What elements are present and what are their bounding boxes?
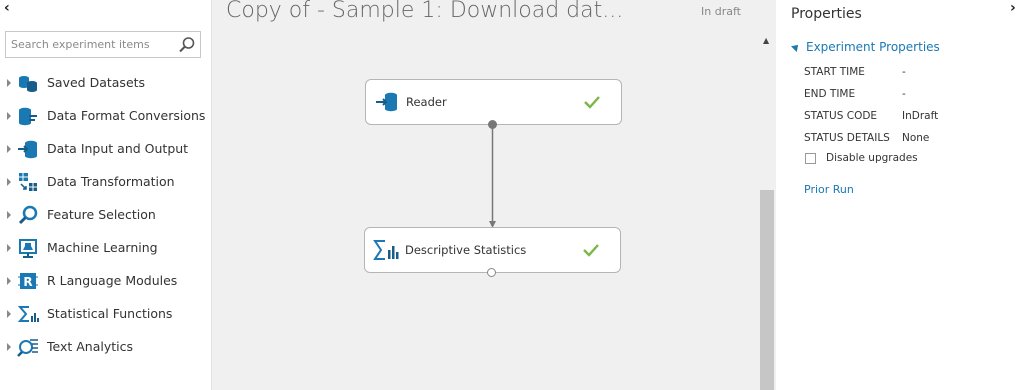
- palette-item-label: Text Analytics: [47, 339, 134, 354]
- palette-item-text-analytics[interactable]: Text Analytics: [0, 330, 212, 363]
- output-port[interactable]: [488, 120, 497, 129]
- palette-item-data-input-output[interactable]: Data Input and Output: [0, 132, 212, 165]
- experiment-properties-toggle[interactable]: Experiment Properties: [791, 40, 940, 54]
- prop-key: STATUS CODE: [804, 110, 878, 122]
- prop-value: -: [902, 66, 906, 78]
- output-port[interactable]: [487, 268, 496, 277]
- expand-caret-icon[interactable]: [7, 144, 11, 153]
- properties-panel: Properties › Experiment Properties START…: [776, 0, 1024, 390]
- prop-row-status-details: STATUS DETAILS None: [804, 132, 929, 144]
- canvas-scrollbar[interactable]: [760, 190, 774, 390]
- palette-item-saved-datasets[interactable]: Saved Datasets: [0, 66, 212, 99]
- section-title: Experiment Properties: [806, 40, 940, 54]
- module-descriptive-statistics[interactable]: Descriptive Statistics: [364, 227, 621, 273]
- palette-item-label: Data Format Conversions: [47, 108, 206, 123]
- collapse-left-panel-button[interactable]: ‹: [4, 0, 10, 16]
- disable-upgrades-label: Disable upgrades: [826, 152, 918, 164]
- statistical-functions-icon: [17, 303, 39, 325]
- data-input-output-icon: [17, 138, 39, 160]
- expand-caret-icon[interactable]: [7, 276, 11, 285]
- draft-status-label: In draft: [701, 5, 741, 18]
- svg-text:R: R: [23, 275, 32, 289]
- disable-upgrades-checkbox[interactable]: [805, 152, 816, 164]
- search-input[interactable]: [6, 32, 171, 57]
- reader-icon: [374, 89, 400, 115]
- module-label: Reader: [406, 95, 447, 109]
- palette-item-machine-learning[interactable]: Machine Learning: [0, 231, 212, 264]
- statistics-icon: [373, 237, 399, 263]
- palette-item-label: Saved Datasets: [47, 75, 146, 90]
- palette-item-label: R Language Modules: [47, 273, 178, 288]
- expand-caret-icon[interactable]: [7, 78, 11, 87]
- palette-item-feature-selection[interactable]: Feature Selection: [0, 198, 212, 231]
- palette-item-r-language-modules[interactable]: R R Language Modules: [0, 264, 212, 297]
- disable-upgrades-row[interactable]: Disable upgrades: [805, 152, 918, 164]
- text-analytics-icon: [17, 336, 39, 358]
- data-format-conversions-icon: [17, 105, 39, 127]
- palette-item-statistical-functions[interactable]: Statistical Functions: [0, 297, 212, 330]
- palette-item-label: Data Input and Output: [47, 141, 189, 156]
- palette-item-data-format-conversions[interactable]: Data Format Conversions: [0, 99, 212, 132]
- palette-item-label: Machine Learning: [47, 240, 158, 255]
- expand-caret-icon[interactable]: [7, 342, 11, 351]
- palette-list: Saved Datasets Data Format Conversions D…: [0, 66, 212, 363]
- expand-caret-icon[interactable]: [7, 111, 11, 120]
- prop-key: START TIME: [804, 66, 865, 78]
- experiment-canvas[interactable]: Copy of - Sample 1: Download dat... In d…: [212, 0, 776, 390]
- collapse-right-panel-button[interactable]: ›: [1010, 0, 1016, 16]
- prop-row-start-time: START TIME -: [804, 66, 906, 78]
- check-icon: [584, 96, 600, 109]
- properties-header: Properties: [791, 6, 862, 22]
- palette-item-data-transformation[interactable]: Data Transformation: [0, 165, 212, 198]
- experiment-items-panel: ‹ Saved Datasets: [0, 0, 212, 390]
- prop-row-end-time: END TIME -: [804, 88, 906, 100]
- prop-value: InDraft: [902, 110, 939, 122]
- expand-caret-icon[interactable]: [7, 210, 11, 219]
- data-transformation-icon: [17, 171, 39, 193]
- prop-key: END TIME: [804, 88, 856, 100]
- expand-caret-icon[interactable]: [7, 177, 11, 186]
- r-language-icon: R: [17, 270, 39, 292]
- expand-caret-icon[interactable]: [7, 309, 11, 318]
- expand-caret-icon[interactable]: [7, 243, 11, 252]
- palette-item-label: Statistical Functions: [47, 306, 173, 321]
- prior-run-link[interactable]: Prior Run: [804, 183, 854, 196]
- prop-row-status-code: STATUS CODE InDraft: [804, 110, 938, 122]
- saved-datasets-icon: [17, 72, 39, 94]
- module-connector: [489, 125, 496, 228]
- palette-item-label: Data Transformation: [47, 174, 175, 189]
- machine-learning-icon: [17, 237, 39, 259]
- prop-key: STATUS DETAILS: [804, 132, 890, 144]
- prop-value: -: [902, 88, 906, 100]
- module-reader[interactable]: Reader: [365, 79, 622, 125]
- search-icon[interactable]: [178, 36, 196, 54]
- palette-item-label: Feature Selection: [47, 207, 156, 222]
- check-icon: [583, 244, 599, 257]
- module-label: Descriptive Statistics: [405, 243, 527, 257]
- search-box: [5, 31, 201, 58]
- feature-selection-icon: [17, 204, 39, 226]
- prop-value: None: [902, 132, 930, 144]
- scroll-up-arrow-icon[interactable]: ▲: [763, 36, 769, 45]
- experiment-title[interactable]: Copy of - Sample 1: Download dat...: [226, 0, 623, 23]
- expanded-triangle-icon: [791, 42, 801, 52]
